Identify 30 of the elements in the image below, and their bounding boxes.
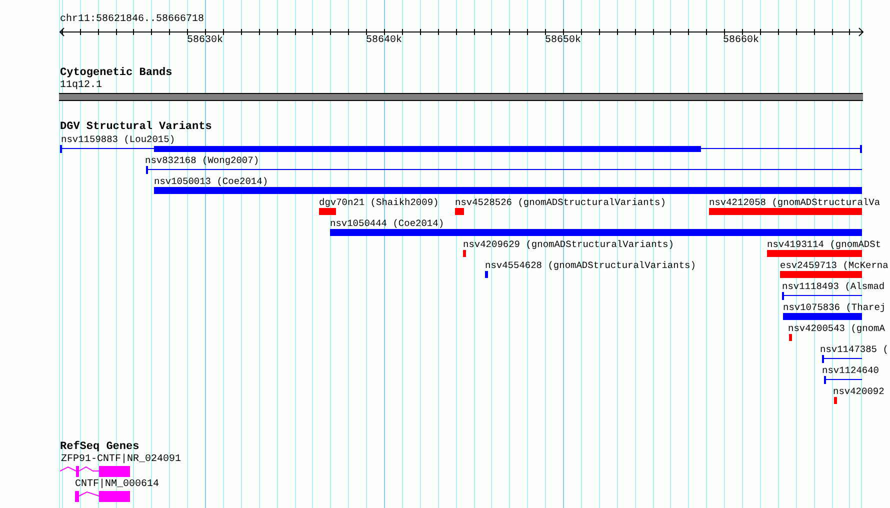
variant-label: nsv4193114 (gnomADSt	[767, 239, 882, 250]
track-title: Cytogenetic Bands	[60, 67, 172, 80]
band-label: 11q12.1	[60, 80, 102, 92]
gene-label: ZFP91-CNTF|NR_024091	[61, 454, 182, 466]
track-title: RefSeq Genes	[60, 441, 140, 454]
variant-label: nsv4209629 (gnomADStructuralVariants)	[463, 239, 674, 250]
track-title: DGV Structural Variants	[60, 121, 212, 134]
gene-model-drawing	[60, 466, 130, 477]
tick-label: 58630k	[187, 35, 223, 47]
tick-label: 58650k	[545, 35, 581, 47]
tick-label: 58660k	[723, 35, 759, 47]
variant-label: nsv1159883 (Lou2015)	[61, 134, 176, 145]
variant-label: nsv4200543 (gnomA	[788, 323, 885, 334]
variant-label: nsv1050444 (Coe2014)	[330, 218, 444, 229]
variant-label: nsv4554628 (gnomADStructuralVariants)	[485, 260, 696, 271]
gene-model-drawing	[75, 491, 130, 502]
variant-label: esv2459713 (McKerna	[780, 260, 888, 271]
variant-label: nsv4528526 (gnomADStructuralVariants)	[455, 197, 666, 208]
variant-label: nsv1118493 (Alsmad	[782, 281, 885, 292]
variant-label: nsv420092	[833, 386, 884, 397]
variant-label: nsv4212058 (gnomADStructuralVa	[709, 197, 880, 208]
variant-label: nsv1124640	[822, 365, 880, 376]
gene-label: CNTF|NM_000614	[75, 479, 160, 491]
location-label: chr11:58621846..58666718	[60, 14, 204, 26]
variant-label: nsv832168 (Wong2007)	[145, 155, 260, 166]
variant-label: nsv1147385 (	[820, 344, 888, 355]
tick-label: 58640k	[366, 35, 402, 47]
variant-label: nsv1050013 (Coe2014)	[154, 176, 268, 187]
variant-label: dgv70n21 (Shaikh2009)	[319, 197, 439, 208]
variant-label: nsv1075836 (Tharej	[783, 302, 886, 313]
